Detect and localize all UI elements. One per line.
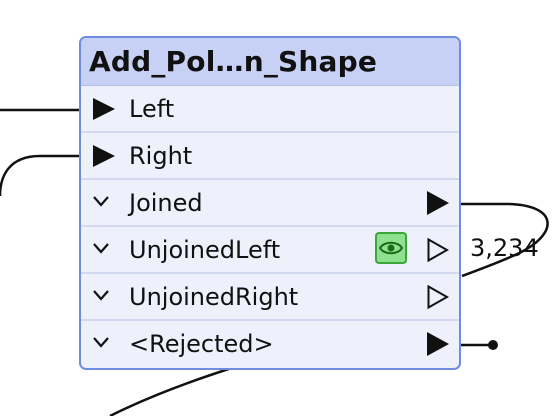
eye-icon [379,241,403,255]
inspect-eye-button[interactable] [375,232,407,264]
chevron-down-icon[interactable] [92,239,110,257]
node-title[interactable]: Add_Pol…n_Shape [81,38,459,86]
transformer-node[interactable]: Add_Pol…n_Shape Left Right Joined Unjoin… [79,36,461,370]
chevron-down-icon[interactable] [92,333,110,351]
input-port-left[interactable]: Left [81,86,459,133]
input-port-arrow-icon [93,145,115,167]
input-port-label: Left [129,95,175,123]
output-port-rejected[interactable]: <Rejected> [81,321,459,368]
output-port-label: Joined [129,189,203,217]
output-port-label: UnjoinedLeft [129,236,281,264]
connection-end-dot [488,340,498,350]
feature-count-label: 3,234 [470,234,539,262]
output-port-hollow-icon[interactable] [427,285,449,309]
connection-lower-line[interactable] [109,364,239,416]
output-port-unjoinedright[interactable]: UnjoinedRight [81,274,459,321]
input-port-arrow-icon [93,98,115,120]
output-port-filled-icon[interactable] [427,191,449,215]
output-port-unjoinedleft[interactable]: UnjoinedLeft [81,227,459,274]
output-port-label: <Rejected> [129,330,274,358]
output-port-hollow-icon[interactable] [427,238,449,262]
chevron-down-icon[interactable] [92,286,110,304]
chevron-down-icon[interactable] [92,192,110,210]
input-port-label: Right [129,142,193,170]
output-port-filled-icon[interactable] [427,332,449,356]
output-port-joined[interactable]: Joined [81,180,459,227]
output-port-label: UnjoinedRight [129,283,299,311]
input-port-right[interactable]: Right [81,133,459,180]
